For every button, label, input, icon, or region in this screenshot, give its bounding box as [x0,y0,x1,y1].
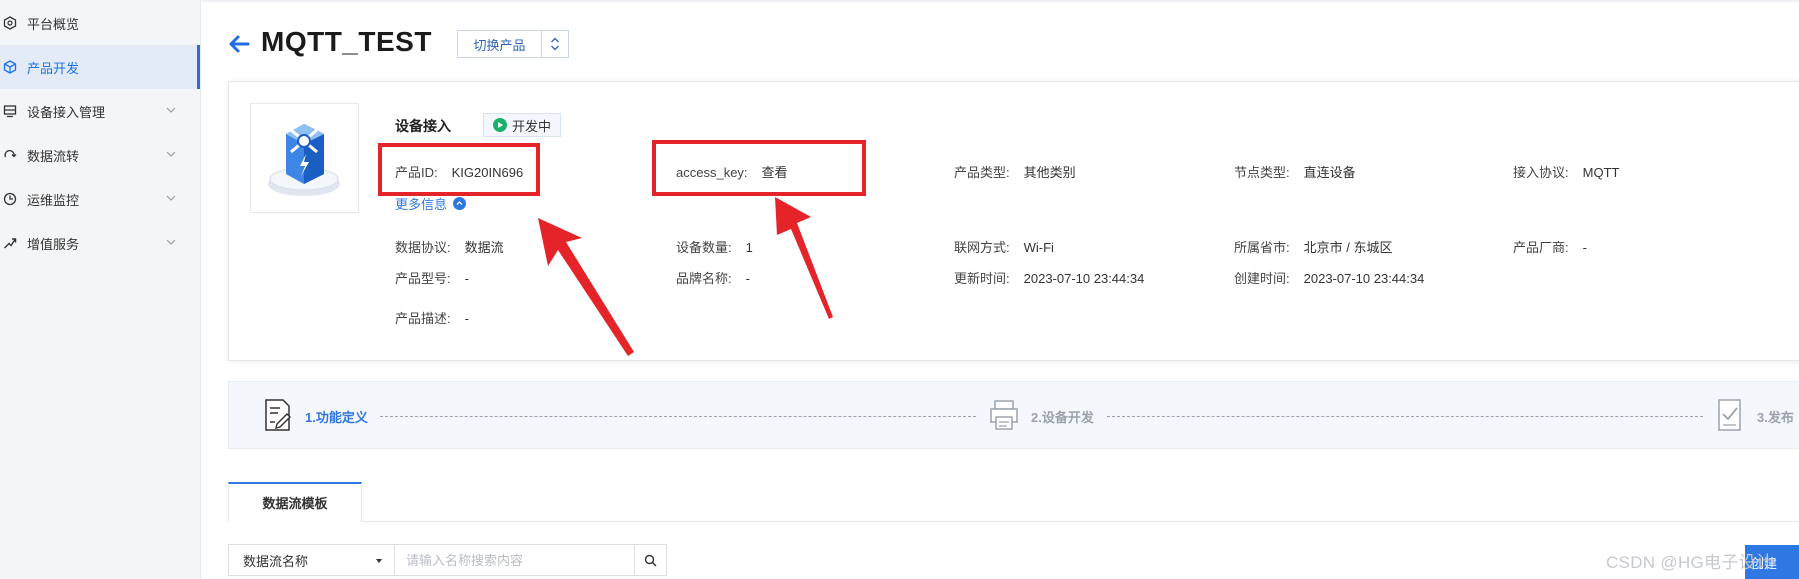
field-value: 直连设备 [1303,165,1356,180]
field-label: 所属省市: [1234,240,1290,255]
chevron-down-icon [166,195,176,201]
network-field: 联网方式: Wi-Fi [954,237,1054,256]
node-type-field: 节点类型: 直连设备 [1234,162,1356,181]
annotation-arrow-icon [775,197,833,319]
sidebar-item-label: 增值服务 [27,236,80,252]
sidebar-item-label: 数据流转 [27,148,80,164]
section-title: 设备接入 [395,118,451,134]
step-connector [1107,416,1703,417]
search-icon [644,554,657,567]
field-value: 1 [745,240,753,255]
field-label: 设备数量: [676,240,732,255]
sidebar-item-label: 设备接入管理 [27,104,106,120]
checklist-icon [1718,399,1741,431]
switch-product-button[interactable]: 切换产品 [457,30,569,58]
field-label: 产品型号: [395,271,451,286]
annotation-box-product-id [378,143,540,196]
sidebar-item-ops-monitor[interactable]: 运维监控 [0,177,200,221]
product-image [250,103,359,213]
field-label: 产品类型: [954,165,1010,180]
search-input[interactable] [394,544,635,576]
document-edit-icon [265,399,291,431]
switch-chevron-icon [541,31,568,57]
field-label: 产品厂商: [1513,240,1569,255]
chevron-down-icon [166,107,176,113]
filter-field-select[interactable]: 数据流名称 [228,544,395,576]
annotation-box-access-key [652,140,866,196]
field-label: 联网方式: [954,240,1010,255]
printer-icon [990,400,1018,430]
field-value: 其他类别 [1023,165,1076,180]
field-value: 2023-07-10 23:44:34 [1023,271,1145,286]
vendor-field: 产品厂商: - [1513,237,1587,256]
field-value: Wi-Fi [1023,240,1054,255]
step-3-label[interactable]: 3.发布 [1757,407,1794,426]
sidebar-item-device-access[interactable]: 设备接入管理 [0,89,200,133]
status-badge: 开发中 [483,113,561,137]
created-time-field: 创建时间: 2023-07-10 23:44:34 [1234,268,1424,287]
chevron-up-icon [453,197,467,210]
step-connector [380,416,976,417]
sidebar-item-product-dev[interactable]: 产品开发 [0,45,200,89]
field-value: - [1582,240,1587,255]
search-button[interactable] [634,544,667,576]
field-value: 北京市 / 东城区 [1303,240,1393,255]
sidebar-item-label: 运维监控 [27,192,80,208]
sidebar: 平台概览 产品开发 设备接入管理 数据流转 运维监控 增值服务 [0,0,201,579]
product-type-field: 产品类型: 其他类别 [954,162,1076,181]
status-text: 开发中 [511,118,551,134]
field-label: 创建时间: [1234,271,1290,286]
protocol-field: 接入协议: MQTT [1513,162,1619,181]
field-label: 产品描述: [395,311,451,326]
tab-datastream-template[interactable]: 数据流模板 [228,482,362,522]
page-title: MQTT_TEST [261,26,432,57]
model-field: 产品型号: - [395,268,469,287]
service-icon [2,235,18,251]
field-value: MQTT [1582,165,1620,180]
sidebar-item-label: 平台概览 [27,16,80,32]
cube-icon [2,59,18,75]
description-field: 产品描述: - [395,308,469,327]
more-info-link[interactable]: 更多信息 [395,194,467,213]
filter-select-value: 数据流名称 [243,553,309,569]
chevron-down-icon [166,239,176,245]
data-flow-icon [2,147,18,163]
field-value: - [745,271,750,286]
annotation-arrow-icon [538,218,634,356]
watermark: CSDN @HG电子设计 [1606,553,1774,572]
play-icon [492,118,507,132]
device-count-field: 设备数量: 1 [676,237,753,256]
caret-down-icon [376,559,382,563]
field-label: 更新时间: [954,271,1010,286]
sidebar-item-value-added[interactable]: 增值服务 [0,221,200,265]
field-label: 数据协议: [395,240,451,255]
device-icon [2,103,18,119]
sidebar-item-overview[interactable]: 平台概览 [0,1,200,45]
top-divider [200,0,1799,2]
field-label: 接入协议: [1513,165,1569,180]
tab-divider [228,521,1799,522]
field-value: - [464,311,469,326]
field-value: 数据流 [464,240,504,255]
field-label: 节点类型: [1234,165,1290,180]
chevron-down-icon [166,151,176,157]
data-protocol-field: 数据协议: 数据流 [395,237,504,256]
updated-time-field: 更新时间: 2023-07-10 23:44:34 [954,268,1144,287]
field-value: 2023-07-10 23:44:34 [1303,271,1425,286]
brand-field: 品牌名称: - [676,268,750,287]
region-field: 所属省市: 北京市 / 东城区 [1234,237,1392,256]
step-1-label[interactable]: 1.功能定义 [305,407,368,426]
monitor-icon [2,191,18,207]
dashboard-icon [2,15,18,31]
sidebar-item-data-flow[interactable]: 数据流转 [0,133,200,177]
more-info-label: 更多信息 [395,197,448,212]
sidebar-item-label: 产品开发 [27,60,80,76]
field-value: - [464,271,469,286]
back-arrow-icon[interactable] [226,30,254,58]
step-2-label[interactable]: 2.设备开发 [1031,407,1094,426]
field-label: 品牌名称: [676,271,732,286]
switch-product-label: 切换产品 [473,37,526,53]
